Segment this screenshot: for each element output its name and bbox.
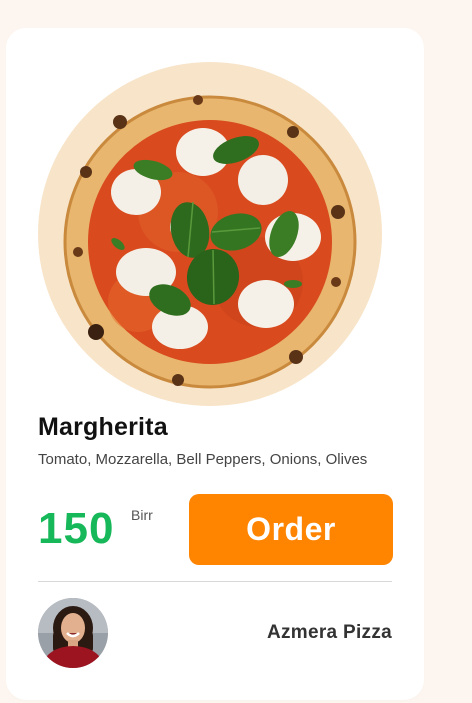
product-ingredients: Tomato, Mozzarella, Bell Peppers, Onions… xyxy=(38,451,368,468)
avatar-photo xyxy=(38,598,108,668)
order-button[interactable]: Order xyxy=(189,494,393,565)
divider xyxy=(38,581,392,582)
product-title: Margherita xyxy=(38,413,168,441)
seller-name[interactable]: Azmera Pizza xyxy=(267,622,392,644)
product-card: Margherita Tomato, Mozzarella, Bell Pepp… xyxy=(6,28,424,700)
pizza-illustration xyxy=(63,95,357,389)
product-price: 150 xyxy=(38,504,115,553)
avatar[interactable] xyxy=(38,598,108,668)
price-currency: Birr xyxy=(131,507,153,523)
pizza-image xyxy=(38,62,382,406)
